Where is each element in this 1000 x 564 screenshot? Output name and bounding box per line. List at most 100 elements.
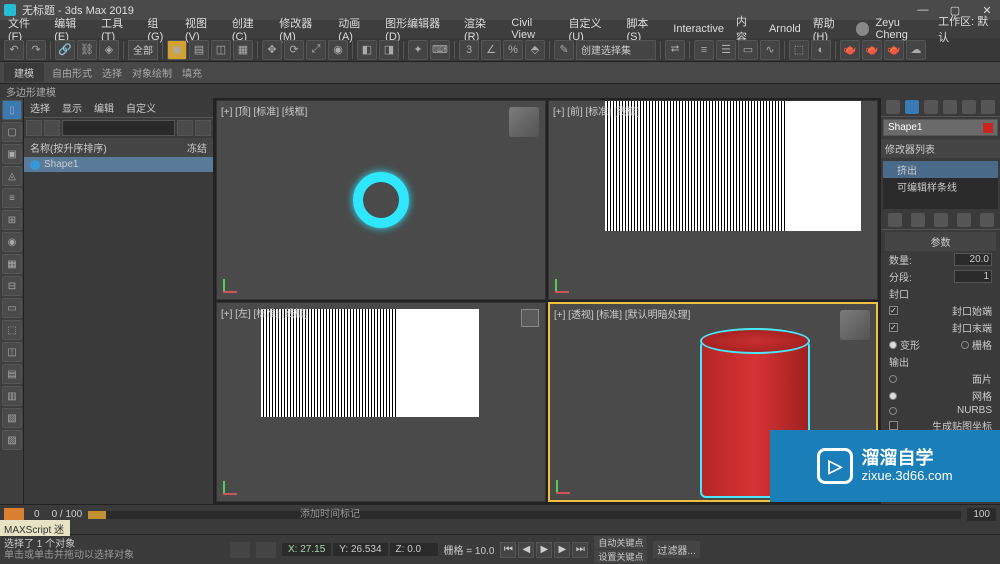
undo-button[interactable]: ↶ [4,40,24,60]
frame-field[interactable]: 100 [967,508,996,521]
goto-end-button[interactable]: ⏭ [572,542,588,558]
modifier-spline[interactable]: 可编辑样条线 [883,178,998,195]
coord-y[interactable]: Y: 26.534 [333,543,387,556]
create-tab-icon[interactable] [886,100,900,114]
lock-icon[interactable] [256,542,276,558]
select-object-button[interactable]: ▣ [167,40,187,60]
se-btn-lock[interactable] [195,120,211,136]
menu-create[interactable]: 创建(C) [228,15,271,43]
mesh-radio[interactable] [889,392,897,400]
nurbs-radio[interactable] [889,407,897,415]
placement-button[interactable]: ◉ [328,40,348,60]
ltool-16[interactable]: ▨ [2,430,22,450]
se-tab-select[interactable]: 选择 [24,98,56,117]
ribbon-group-freeform[interactable]: 自由形式 [52,65,92,80]
timeline-ruler[interactable] [0,524,1000,534]
amount-input[interactable]: 20.0 [954,253,992,266]
modify-tab-icon[interactable] [905,100,919,114]
display-tab-icon[interactable] [962,100,976,114]
editset-button[interactable]: ✎ [554,40,574,60]
ltool-11[interactable]: ⬚ [2,320,22,340]
menu-edit[interactable]: 编辑(E) [50,15,93,43]
se-col-frozen[interactable]: 冻结 [187,140,207,155]
rotate-button[interactable]: ⟳ [284,40,304,60]
select-tool[interactable]: ▯ [2,100,22,120]
viewport-front[interactable]: [+] [前] [标准] [线框] [548,100,878,300]
se-col-name[interactable]: 名称(按升序排序) [30,140,107,155]
ltool-2[interactable]: ▢ [2,122,22,142]
ltool-7[interactable]: ◉ [2,232,22,252]
grid-radio[interactable] [961,341,969,349]
morph-radio[interactable] [889,341,897,349]
menu-render[interactable]: 渲染(R) [460,15,503,43]
menu-modifiers[interactable]: 修改器(M) [275,15,330,43]
user-avatar[interactable] [856,22,869,36]
manipulate-button[interactable]: ✦ [408,40,428,60]
workspace-dropdown[interactable]: 工作区: 默认 [938,13,996,45]
rollout-header[interactable]: 参数 [885,232,996,251]
patch-radio[interactable] [889,375,897,383]
menu-arnold[interactable]: Arnold [765,23,805,35]
viewport-left[interactable]: [+] [左] [标准] [线框] [216,302,546,502]
redo-button[interactable]: ↷ [26,40,46,60]
pin-stack-icon[interactable] [888,213,902,227]
menu-view[interactable]: 视图(V) [181,15,224,43]
refsys-button[interactable]: ◧ [357,40,377,60]
named-selection-set[interactable]: 创建选择集 [576,40,656,60]
render-setup-button[interactable]: 🫖 [840,40,860,60]
keyfilter-button[interactable]: 过滤器... [653,541,699,558]
coord-x[interactable]: X: 27.15 [282,543,331,556]
scale-button[interactable]: ⤢ [306,40,326,60]
se-tab-display[interactable]: 显示 [56,98,88,117]
prev-frame-button[interactable]: ◀ [518,542,534,558]
modifier-extrude[interactable]: 挤出 [883,161,998,178]
unlink-button[interactable]: ⛓ [77,40,97,60]
autokey-button[interactable]: 自动关键点 [594,536,647,549]
ltool-14[interactable]: ▥ [2,386,22,406]
motion-tab-icon[interactable] [943,100,957,114]
slider-track[interactable] [88,511,961,519]
ribbon-group-fill[interactable]: 填充 [182,65,202,80]
selection-filter[interactable]: 全部 [128,40,158,60]
vp-maximize-icon[interactable] [521,309,539,327]
ribbon-tab-modeling[interactable]: 建模 [4,63,44,82]
object-color-swatch[interactable] [983,123,993,133]
ribbon-group-paint[interactable]: 对象绘制 [132,65,172,80]
menu-animation[interactable]: 动画(A) [334,15,377,43]
align-button[interactable]: ≡ [694,40,714,60]
coord-z[interactable]: Z: 0.0 [390,543,438,556]
cap-end-checkbox[interactable] [889,323,898,332]
keyboard-button[interactable]: ⌨ [430,40,450,60]
user-name[interactable]: Zeyu Cheng [875,17,932,41]
remove-mod-icon[interactable] [957,213,971,227]
modifier-stack[interactable]: 挤出 可编辑样条线 [883,161,998,209]
ltool-4[interactable]: ◬ [2,166,22,186]
ribbon-group-select[interactable]: 选择 [102,65,122,80]
segments-input[interactable]: 1 [954,270,992,283]
next-frame-button[interactable]: ▶ [554,542,570,558]
viewcube-icon[interactable] [840,310,870,340]
vp-label-left[interactable]: [+] [左] [标准] [线框] [221,305,307,320]
menu-file[interactable]: 文件(F) [4,15,46,43]
se-btn-filter[interactable] [177,120,193,136]
configure-icon[interactable] [980,213,994,227]
ltool-3[interactable]: ▣ [2,144,22,164]
angle-snap-button[interactable]: ∠ [481,40,501,60]
show-result-icon[interactable] [911,213,925,227]
maxscript-listener[interactable]: MAXScript 迷 [0,520,70,536]
window-crossing-button[interactable]: ▦ [233,40,253,60]
ltool-12[interactable]: ◫ [2,342,22,362]
time-slider[interactable]: 0 0 / 100 100 [0,504,1000,524]
ltool-9[interactable]: ⊟ [2,276,22,296]
vp-label-persp[interactable]: [+] [透视] [标准] [默认明暗处理] [554,306,690,321]
select-region-button[interactable]: ◫ [211,40,231,60]
snap-button[interactable]: 3 [459,40,479,60]
setkey-button[interactable]: 设置关键点 [594,550,647,563]
se-btn-1[interactable] [26,120,42,136]
move-button[interactable]: ✥ [262,40,282,60]
ltool-6[interactable]: ⊞ [2,210,22,230]
scene-item-shape1[interactable]: Shape1 [24,157,213,172]
object-name-field[interactable]: Shape1 [883,119,998,136]
viewport-top[interactable]: [+] [顶] [标准] [线框] [216,100,546,300]
bind-button[interactable]: ◈ [99,40,119,60]
